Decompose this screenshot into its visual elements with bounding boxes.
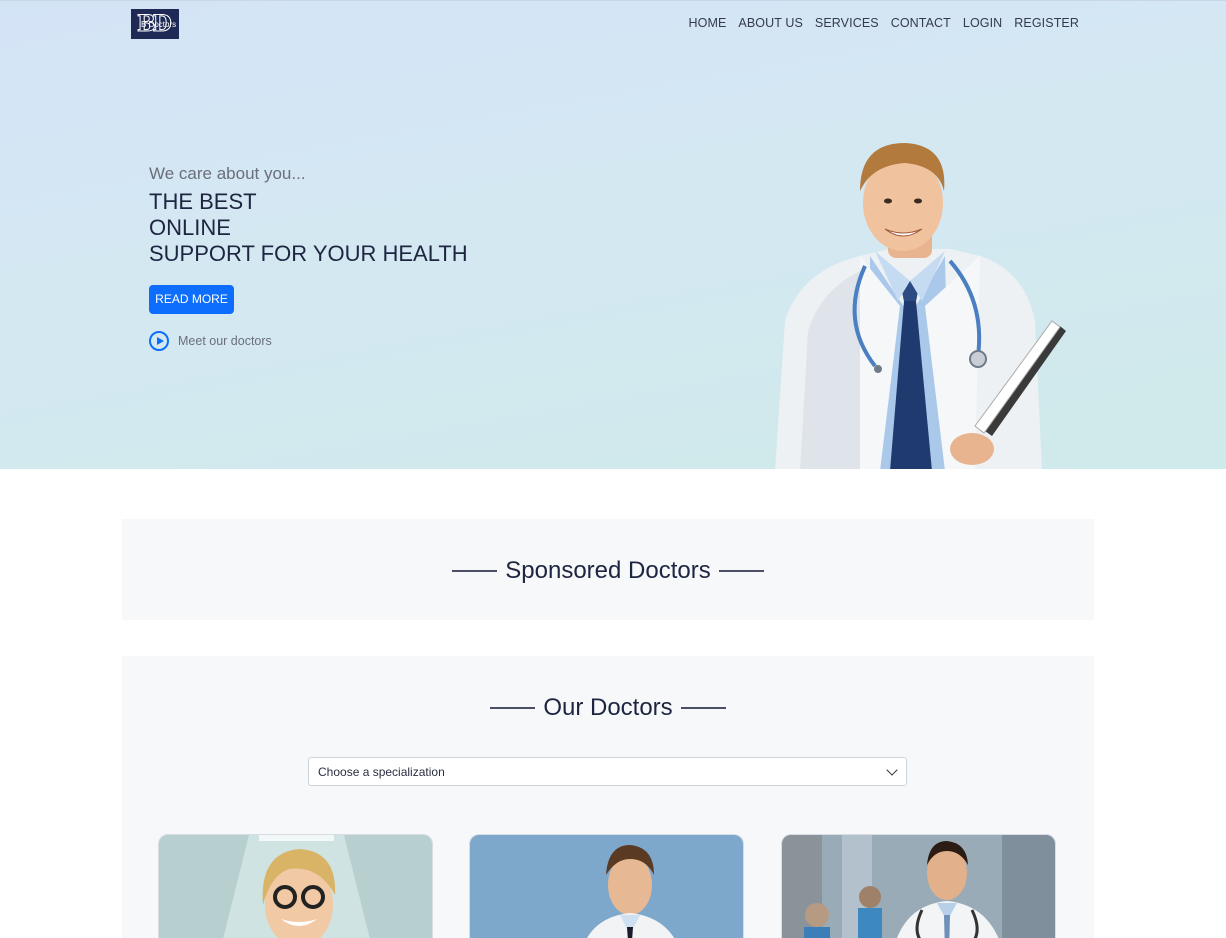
specialization-select[interactable]: Choose a specialization [308,757,907,786]
headline-line-1: THE BEST [149,189,257,214]
our-doctors-title-row: Our Doctors [122,694,1094,722]
play-circle-icon[interactable] [149,331,169,351]
hero-tagline: We care about you... [149,164,306,183]
nav-register[interactable]: REGISTER [1014,15,1079,31]
title-divider-right [680,707,726,709]
sponsored-title: Sponsored Doctors [505,557,711,584]
main-nav: HOME ABOUT US SERVICES CONTACT LOGIN REG… [689,15,1079,31]
read-more-button[interactable]: READ MORE [149,285,234,314]
our-doctors-section: Our Doctors Choose a specialization [122,656,1094,938]
nav-home[interactable]: HOME [689,15,727,31]
hero-section: BD B Doctors HOME ABOUT US SERVICES CONT… [0,0,1226,469]
meet-doctors-link[interactable]: Meet our doctors [149,331,272,351]
doctor-card[interactable] [158,834,433,938]
title-divider-left [452,570,498,572]
nav-login[interactable]: LOGIN [963,15,1002,31]
nav-contact[interactable]: CONTACT [891,15,951,31]
nav-services[interactable]: SERVICES [815,15,879,31]
headline-line-2: ONLINE [149,215,231,240]
title-divider-left [490,707,536,709]
hero-doctor-image [775,143,1066,469]
specialization-selected-value: Choose a specialization [318,765,445,779]
doctor-card[interactable] [469,834,744,938]
headline-line-3: SUPPORT FOR YOUR HEALTH [149,241,468,266]
site-logo[interactable]: BD B Doctors [131,9,179,39]
nav-about-us[interactable]: ABOUT US [738,15,802,31]
doctor-photo-female [159,835,432,938]
hero-headline: THE BEST ONLINE SUPPORT FOR YOUR HEALTH [149,189,468,267]
meet-doctors-label: Meet our doctors [178,334,272,348]
doctor-card[interactable] [781,834,1056,938]
sponsored-doctors-section: Sponsored Doctors [122,519,1094,620]
doctor-photo-male-blue [470,835,743,938]
sponsored-title-row: Sponsored Doctors [122,557,1094,585]
chevron-down-icon [886,764,898,776]
title-divider-right [718,570,764,572]
logo-subtext: B Doctors [141,20,177,29]
doctor-photo-male-hallway [782,835,1055,938]
our-doctors-title: Our Doctors [543,694,673,721]
